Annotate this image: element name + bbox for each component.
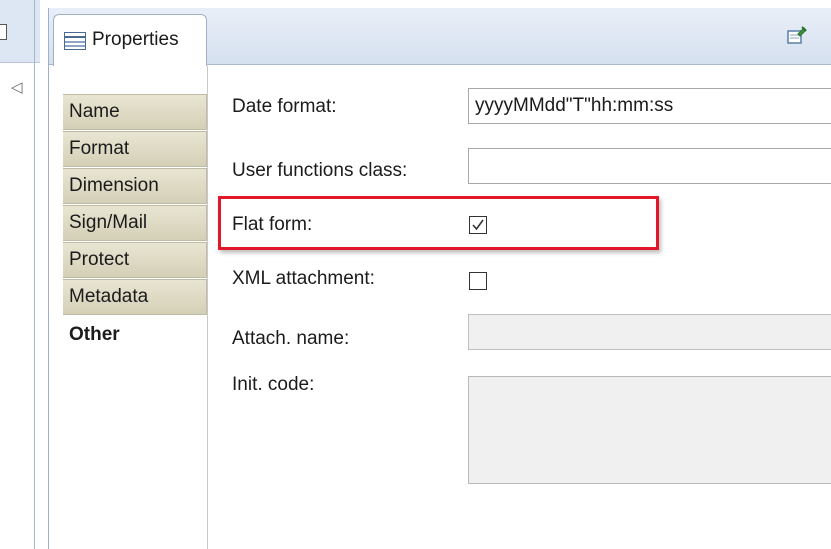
tab-properties-label: Properties (92, 29, 179, 50)
attach-name-label: Attach. name: (232, 328, 350, 349)
view-icon-fragment (0, 24, 7, 40)
init-code-textarea[interactable] (468, 376, 831, 484)
tab-other[interactable]: Other (63, 318, 207, 354)
pin-editor-icon[interactable] (787, 25, 807, 45)
user-functions-class-field[interactable] (468, 148, 831, 184)
xml-attachment-checkbox[interactable] (469, 272, 487, 290)
user-functions-class-label: User functions class: (232, 160, 408, 181)
tab-metadata[interactable]: Metadata (63, 279, 207, 315)
attach-name-field[interactable] (468, 314, 831, 350)
tab-protect[interactable]: Protect (63, 242, 207, 278)
properties-view: Properties Name Format Dimension Sign/Ma… (48, 8, 831, 549)
tab-properties[interactable]: Properties (53, 14, 207, 66)
init-code-label: Init. code: (232, 374, 315, 395)
tab-list-gutter (53, 66, 63, 549)
collapse-left-icon[interactable]: ◁ (11, 78, 23, 96)
view-titlebar: Properties (49, 8, 831, 66)
view-divider (34, 0, 35, 549)
properties-table-icon (64, 32, 86, 50)
flat-form-highlight-box (218, 196, 659, 250)
tab-name[interactable]: Name (63, 94, 207, 130)
previous-view-strip: ◁ (0, 0, 40, 549)
date-format-label: Date format: (232, 96, 337, 117)
section-tab-list: Name Format Dimension Sign/Mail Protect … (53, 66, 208, 549)
xml-attachment-label: XML attachment: (232, 268, 375, 289)
date-format-field[interactable]: yyyyMMdd"T"hh:mm:ss (468, 88, 831, 124)
tab-sign-mail[interactable]: Sign/Mail (63, 205, 207, 241)
tab-dimension[interactable]: Dimension (63, 168, 207, 204)
tab-format[interactable]: Format (63, 131, 207, 167)
